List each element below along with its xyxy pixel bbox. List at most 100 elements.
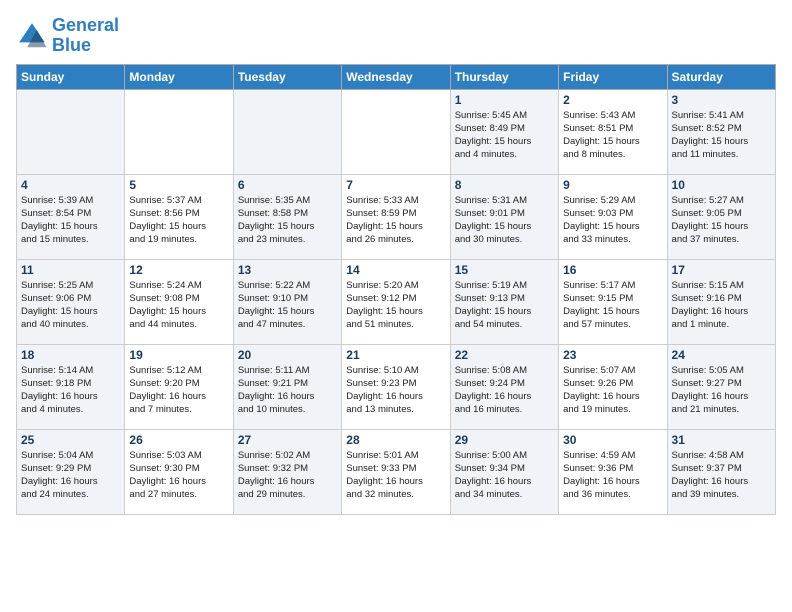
calendar-cell: 2 Sunrise: 5:43 AM Sunset: 8:51 PM Daylig…	[559, 89, 667, 174]
weekday-header-saturday: Saturday	[667, 64, 775, 89]
weekday-header-monday: Monday	[125, 64, 233, 89]
day-number: 12	[129, 263, 228, 277]
day-number: 14	[346, 263, 445, 277]
week-row-3: 18 Sunrise: 5:14 AM Sunset: 9:18 PM Dayli…	[17, 344, 776, 429]
calendar-cell: 15 Sunrise: 5:19 AM Sunset: 9:13 PM Dayli…	[450, 259, 558, 344]
day-number: 26	[129, 433, 228, 447]
day-number: 24	[672, 348, 771, 362]
day-info: Sunrise: 5:22 AM Sunset: 9:10 PM Dayligh…	[238, 279, 337, 332]
calendar-cell: 25 Sunrise: 5:04 AM Sunset: 9:29 PM Dayli…	[17, 429, 125, 514]
day-number: 15	[455, 263, 554, 277]
calendar-cell: 9 Sunrise: 5:29 AM Sunset: 9:03 PM Daylig…	[559, 174, 667, 259]
day-info: Sunrise: 5:04 AM Sunset: 9:29 PM Dayligh…	[21, 449, 120, 502]
calendar-cell	[17, 89, 125, 174]
day-number: 4	[21, 178, 120, 192]
day-number: 19	[129, 348, 228, 362]
day-number: 23	[563, 348, 662, 362]
day-info: Sunrise: 5:14 AM Sunset: 9:18 PM Dayligh…	[21, 364, 120, 417]
day-info: Sunrise: 5:29 AM Sunset: 9:03 PM Dayligh…	[563, 194, 662, 247]
calendar-cell: 3 Sunrise: 5:41 AM Sunset: 8:52 PM Daylig…	[667, 89, 775, 174]
weekday-header-thursday: Thursday	[450, 64, 558, 89]
day-number: 7	[346, 178, 445, 192]
day-number: 3	[672, 93, 771, 107]
day-number: 16	[563, 263, 662, 277]
day-number: 8	[455, 178, 554, 192]
calendar-cell: 30Sunrise: 4:59 AM Sunset: 9:36 PM Dayli…	[559, 429, 667, 514]
day-number: 17	[672, 263, 771, 277]
week-row-2: 11 Sunrise: 5:25 AM Sunset: 9:06 PM Dayli…	[17, 259, 776, 344]
week-row-1: 4 Sunrise: 5:39 AM Sunset: 8:54 PM Daylig…	[17, 174, 776, 259]
day-info: Sunrise: 4:58 AM Sunset: 9:37 PM Dayligh…	[672, 449, 771, 502]
calendar-cell: 29 Sunrise: 5:00 AM Sunset: 9:34 PM Dayli…	[450, 429, 558, 514]
day-info: Sunrise: 5:43 AM Sunset: 8:51 PM Dayligh…	[563, 109, 662, 162]
day-number: 28	[346, 433, 445, 447]
calendar-cell: 24 Sunrise: 5:05 AM Sunset: 9:27 PM Dayli…	[667, 344, 775, 429]
day-number: 30	[563, 433, 662, 447]
day-number: 10	[672, 178, 771, 192]
day-info: Sunrise: 5:08 AM Sunset: 9:24 PM Dayligh…	[455, 364, 554, 417]
calendar-cell: 23 Sunrise: 5:07 AM Sunset: 9:26 PM Dayli…	[559, 344, 667, 429]
day-number: 20	[238, 348, 337, 362]
day-info: Sunrise: 5:24 AM Sunset: 9:08 PM Dayligh…	[129, 279, 228, 332]
day-info: Sunrise: 5:41 AM Sunset: 8:52 PM Dayligh…	[672, 109, 771, 162]
calendar-cell: 18 Sunrise: 5:14 AM Sunset: 9:18 PM Dayli…	[17, 344, 125, 429]
calendar-cell: 28 Sunrise: 5:01 AM Sunset: 9:33 PM Dayli…	[342, 429, 450, 514]
day-number: 22	[455, 348, 554, 362]
logo: General Blue	[16, 16, 119, 56]
day-info: Sunrise: 5:27 AM Sunset: 9:05 PM Dayligh…	[672, 194, 771, 247]
weekday-header-sunday: Sunday	[17, 64, 125, 89]
day-info: Sunrise: 5:37 AM Sunset: 8:56 PM Dayligh…	[129, 194, 228, 247]
week-row-4: 25 Sunrise: 5:04 AM Sunset: 9:29 PM Dayli…	[17, 429, 776, 514]
day-number: 25	[21, 433, 120, 447]
day-number: 1	[455, 93, 554, 107]
logo-icon	[16, 20, 48, 52]
day-info: Sunrise: 5:35 AM Sunset: 8:58 PM Dayligh…	[238, 194, 337, 247]
day-info: Sunrise: 5:03 AM Sunset: 9:30 PM Dayligh…	[129, 449, 228, 502]
logo-text: General Blue	[52, 16, 119, 56]
weekday-header-row: SundayMondayTuesdayWednesdayThursdayFrid…	[17, 64, 776, 89]
weekday-header-friday: Friday	[559, 64, 667, 89]
day-info: Sunrise: 5:07 AM Sunset: 9:26 PM Dayligh…	[563, 364, 662, 417]
day-info: Sunrise: 5:15 AM Sunset: 9:16 PM Dayligh…	[672, 279, 771, 332]
day-number: 13	[238, 263, 337, 277]
day-info: Sunrise: 5:25 AM Sunset: 9:06 PM Dayligh…	[21, 279, 120, 332]
day-info: Sunrise: 5:11 AM Sunset: 9:21 PM Dayligh…	[238, 364, 337, 417]
day-number: 31	[672, 433, 771, 447]
calendar-cell: 1Sunrise: 5:45 AM Sunset: 8:49 PM Daylig…	[450, 89, 558, 174]
calendar-cell: 8Sunrise: 5:31 AM Sunset: 9:01 PM Daylig…	[450, 174, 558, 259]
day-number: 27	[238, 433, 337, 447]
day-number: 6	[238, 178, 337, 192]
calendar-cell: 5 Sunrise: 5:37 AM Sunset: 8:56 PM Daylig…	[125, 174, 233, 259]
calendar-cell: 31 Sunrise: 4:58 AM Sunset: 9:37 PM Dayli…	[667, 429, 775, 514]
day-number: 21	[346, 348, 445, 362]
day-info: Sunrise: 5:39 AM Sunset: 8:54 PM Dayligh…	[21, 194, 120, 247]
calendar-cell: 10 Sunrise: 5:27 AM Sunset: 9:05 PM Dayli…	[667, 174, 775, 259]
calendar-cell: 16Sunrise: 5:17 AM Sunset: 9:15 PM Dayli…	[559, 259, 667, 344]
calendar-cell: 13 Sunrise: 5:22 AM Sunset: 9:10 PM Dayli…	[233, 259, 341, 344]
week-row-0: 1Sunrise: 5:45 AM Sunset: 8:49 PM Daylig…	[17, 89, 776, 174]
calendar-cell: 4 Sunrise: 5:39 AM Sunset: 8:54 PM Daylig…	[17, 174, 125, 259]
calendar-cell: 12 Sunrise: 5:24 AM Sunset: 9:08 PM Dayli…	[125, 259, 233, 344]
day-info: Sunrise: 5:20 AM Sunset: 9:12 PM Dayligh…	[346, 279, 445, 332]
day-number: 2	[563, 93, 662, 107]
page-header: General Blue	[16, 16, 776, 56]
day-info: Sunrise: 5:33 AM Sunset: 8:59 PM Dayligh…	[346, 194, 445, 247]
day-number: 11	[21, 263, 120, 277]
weekday-header-wednesday: Wednesday	[342, 64, 450, 89]
calendar-cell: 22 Sunrise: 5:08 AM Sunset: 9:24 PM Dayli…	[450, 344, 558, 429]
day-number: 5	[129, 178, 228, 192]
day-number: 18	[21, 348, 120, 362]
day-number: 29	[455, 433, 554, 447]
calendar-cell: 27 Sunrise: 5:02 AM Sunset: 9:32 PM Dayli…	[233, 429, 341, 514]
day-number: 9	[563, 178, 662, 192]
day-info: Sunrise: 5:12 AM Sunset: 9:20 PM Dayligh…	[129, 364, 228, 417]
calendar-cell: 6 Sunrise: 5:35 AM Sunset: 8:58 PM Daylig…	[233, 174, 341, 259]
day-info: Sunrise: 5:19 AM Sunset: 9:13 PM Dayligh…	[455, 279, 554, 332]
weekday-header-tuesday: Tuesday	[233, 64, 341, 89]
day-info: Sunrise: 5:01 AM Sunset: 9:33 PM Dayligh…	[346, 449, 445, 502]
day-info: Sunrise: 5:00 AM Sunset: 9:34 PM Dayligh…	[455, 449, 554, 502]
day-info: Sunrise: 5:05 AM Sunset: 9:27 PM Dayligh…	[672, 364, 771, 417]
day-info: Sunrise: 5:10 AM Sunset: 9:23 PM Dayligh…	[346, 364, 445, 417]
day-info: Sunrise: 5:02 AM Sunset: 9:32 PM Dayligh…	[238, 449, 337, 502]
calendar-cell: 7 Sunrise: 5:33 AM Sunset: 8:59 PM Daylig…	[342, 174, 450, 259]
